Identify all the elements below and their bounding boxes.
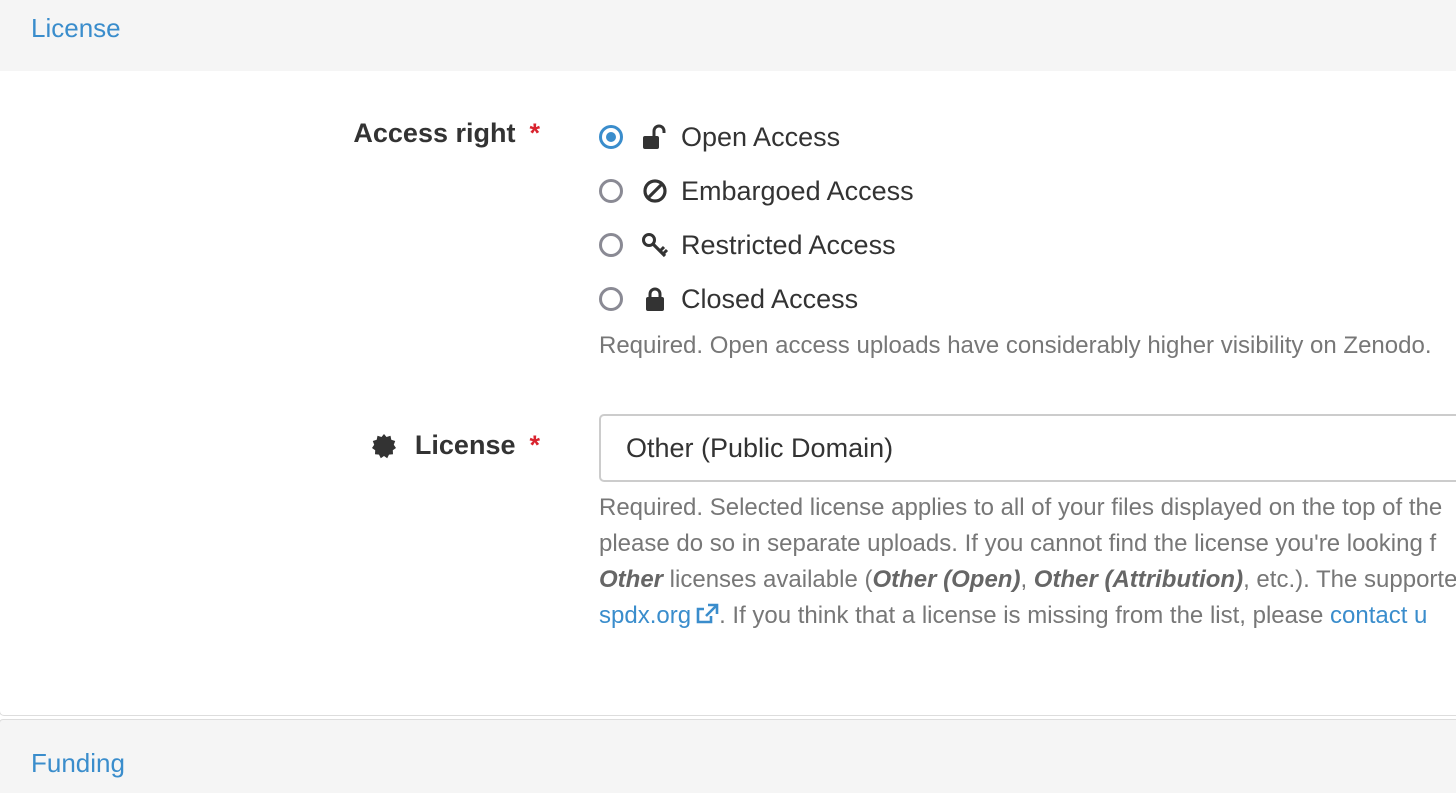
radio-closed-access[interactable]: Closed Access xyxy=(599,281,858,317)
funding-panel-heading: Funding xyxy=(0,719,1456,793)
contact-us-link[interactable]: contact u xyxy=(1330,602,1427,629)
spdx-link-text: spdx.org xyxy=(599,602,692,629)
spdx-link[interactable]: spdx.org xyxy=(599,602,719,629)
license-help-text: , etc.). The supported xyxy=(1243,566,1456,593)
radio-label-open-access: Open Access xyxy=(681,121,841,152)
license-help-text: . If you think that a license is missing… xyxy=(719,602,1330,629)
radio-button-restricted-access[interactable] xyxy=(599,233,623,257)
page: License Access right * Open Access Embarg… xyxy=(0,0,1456,793)
license-label-text: License xyxy=(414,430,516,460)
license-label: License * xyxy=(371,430,540,461)
radio-button-closed-access[interactable] xyxy=(599,287,623,311)
radio-label-restricted-access: Restricted Access xyxy=(681,229,896,260)
access-right-help: Required. Open access uploads have consi… xyxy=(599,332,1432,359)
license-help-line-4: spdx.org . If you think that a license is… xyxy=(599,598,1456,634)
ban-icon xyxy=(641,177,669,205)
radio-embargoed-access[interactable]: Embargoed Access xyxy=(599,173,914,209)
access-right-label: Access right * xyxy=(353,118,540,149)
radio-button-open-access[interactable] xyxy=(599,125,623,149)
radio-button-embargoed-access[interactable] xyxy=(599,179,623,203)
required-asterisk: * xyxy=(529,430,540,460)
license-help-text: licenses available ( xyxy=(663,566,873,593)
radio-label-closed-access: Closed Access xyxy=(681,283,859,314)
license-help-em-other-attribution: Other (Attribution) xyxy=(1033,566,1244,593)
license-panel-toggle[interactable]: License xyxy=(31,13,121,44)
key-icon xyxy=(641,231,669,259)
radio-open-access[interactable]: Open Access xyxy=(599,119,840,155)
radio-label-embargoed-access: Embargoed Access xyxy=(681,175,914,206)
lock-icon xyxy=(641,285,669,313)
license-help-em-other: Other xyxy=(599,566,664,593)
required-asterisk: * xyxy=(529,118,540,148)
unlock-icon xyxy=(641,123,669,151)
license-panel-heading: License xyxy=(0,0,1456,72)
license-select-input[interactable]: Other (Public Domain) xyxy=(599,414,1456,482)
license-selected-value: Other (Public Domain) xyxy=(626,432,894,463)
license-help: Required. Selected license applies to al… xyxy=(599,490,1456,634)
license-help-line-2: please do so in separate uploads. If you… xyxy=(599,530,1437,557)
external-link-icon xyxy=(695,600,719,636)
certificate-icon xyxy=(371,433,397,459)
license-help-line-1: Required. Selected license applies to al… xyxy=(599,494,1443,521)
access-right-label-text: Access right xyxy=(353,118,516,148)
funding-panel-toggle[interactable]: Funding xyxy=(31,748,125,779)
license-help-em-other-open: Other (Open) xyxy=(872,566,1021,593)
license-help-text: , xyxy=(1020,566,1034,593)
license-help-line-3: Other licenses available (Other (Open) , … xyxy=(599,562,1456,598)
radio-restricted-access[interactable]: Restricted Access xyxy=(599,227,896,263)
